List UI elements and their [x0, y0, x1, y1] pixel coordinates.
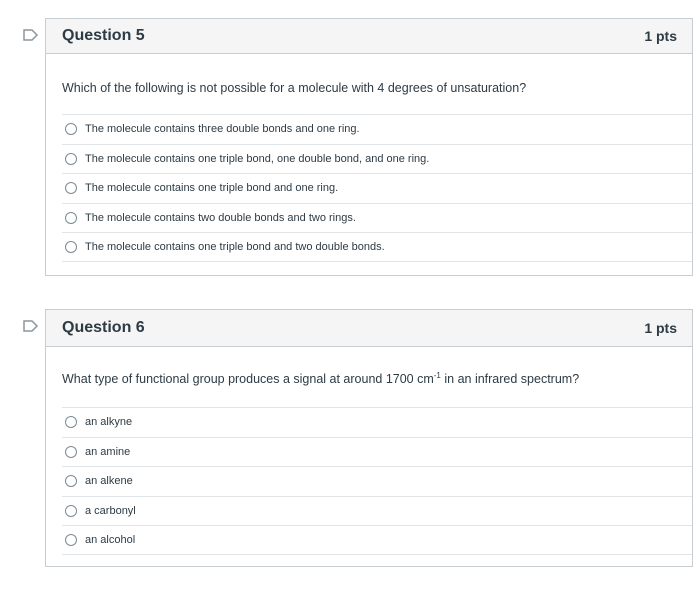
radio-icon[interactable] — [65, 504, 77, 517]
answer-list: The molecule contains three double bonds… — [62, 114, 692, 262]
answer-option[interactable]: The molecule contains one triple bond an… — [62, 173, 692, 203]
answer-label[interactable]: The molecule contains three double bonds… — [85, 123, 360, 135]
answer-option[interactable]: an alkyne — [62, 407, 692, 437]
answer-label[interactable]: The molecule contains one triple bond an… — [85, 182, 338, 194]
radio-icon[interactable] — [65, 240, 77, 253]
question-title: Question 5 — [62, 27, 145, 44]
question-5-card: Question 5 1 pts Which of the following … — [45, 18, 693, 276]
question-header: Question 5 1 pts — [46, 19, 692, 54]
answer-list: an alkyne an amine an alkene a carbonyl … — [62, 407, 692, 555]
answer-option[interactable]: an alkene — [62, 466, 692, 496]
radio-icon[interactable] — [65, 182, 77, 195]
flag-icon[interactable] — [23, 29, 39, 41]
answer-option[interactable]: The molecule contains two double bonds a… — [62, 202, 692, 233]
question-text: What type of functional group produces a… — [62, 371, 579, 386]
radio-icon[interactable] — [65, 475, 77, 488]
flag-icon[interactable] — [23, 320, 39, 332]
radio-icon[interactable] — [65, 211, 77, 224]
question-text: Which of the following is not possible f… — [62, 81, 527, 95]
question-points: 1 pts — [644, 28, 677, 44]
question-points: 1 pts — [644, 320, 677, 336]
answer-label[interactable]: an alcohol — [85, 534, 135, 546]
radio-icon[interactable] — [65, 152, 77, 165]
answer-option[interactable]: The molecule contains one triple bond, o… — [62, 143, 692, 174]
answer-option[interactable]: an alcohol — [62, 525, 692, 555]
question-title: Question 6 — [62, 319, 145, 336]
question-text-superscript: -1 — [433, 371, 441, 380]
question-6-card: Question 6 1 pts What type of functional… — [45, 309, 693, 567]
question-text-main: What type of functional group produces a… — [62, 372, 434, 387]
answer-option[interactable]: The molecule contains three double bonds… — [62, 114, 692, 144]
radio-icon[interactable] — [65, 445, 77, 458]
answer-option[interactable]: a carbonyl — [62, 495, 692, 526]
answer-label[interactable]: a carbonyl — [85, 505, 136, 517]
answer-option[interactable]: The molecule contains one triple bond an… — [62, 232, 692, 262]
answer-label[interactable]: The molecule contains two double bonds a… — [85, 212, 356, 224]
answer-label[interactable]: an alkyne — [85, 416, 132, 428]
answer-label[interactable]: an alkene — [85, 475, 133, 487]
answer-label[interactable]: an amine — [85, 446, 130, 458]
answer-label[interactable]: The molecule contains one triple bond an… — [85, 241, 385, 253]
answer-option[interactable]: an amine — [62, 436, 692, 467]
radio-icon[interactable] — [65, 416, 77, 429]
answer-label[interactable]: The molecule contains one triple bond, o… — [85, 153, 429, 165]
radio-icon[interactable] — [65, 123, 77, 136]
question-text-tail: in an infrared spectrum? — [440, 372, 580, 387]
question-header: Question 6 1 pts — [46, 310, 692, 347]
radio-icon[interactable] — [65, 533, 77, 546]
